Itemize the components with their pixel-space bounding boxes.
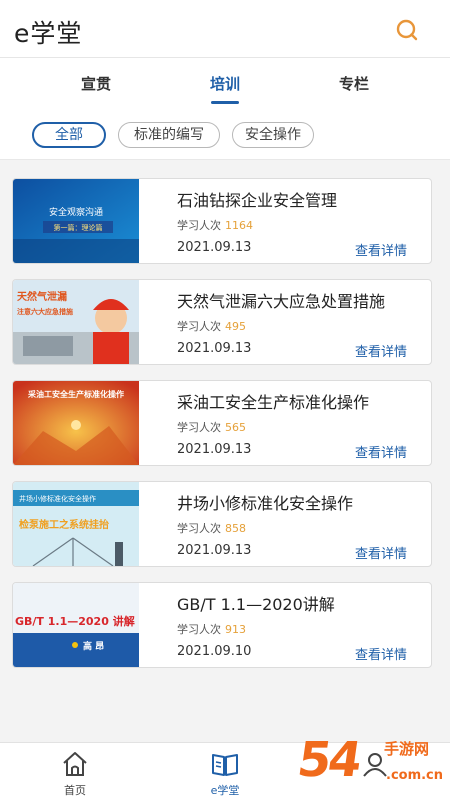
thumbnail-subtext: 第一篇：理论篇 xyxy=(54,223,103,232)
book-icon xyxy=(212,754,238,776)
filter-all[interactable]: 全部 xyxy=(32,122,106,148)
course-thumbnail: 采油工安全生产标准化操作 xyxy=(13,381,139,465)
thumbnail-text: 安全观察沟通 xyxy=(49,206,103,218)
watermark-text: 手游网 xyxy=(384,740,430,758)
learn-count: 学习人次 858 xyxy=(177,522,246,535)
learn-count: 学习人次 495 xyxy=(177,320,246,333)
course-date: 2021.09.13 xyxy=(177,240,252,255)
thumbnail-text: 采油工安全生产标准化操作 xyxy=(27,389,124,399)
top-bar: e学堂 xyxy=(0,0,450,58)
search-icon[interactable] xyxy=(394,17,420,43)
view-detail-link[interactable]: 查看详情 xyxy=(355,240,407,259)
course-title: 采油工安全生产标准化操作 xyxy=(177,393,370,412)
course-title: 天然气泄漏六大应急处置措施 xyxy=(177,292,386,311)
home-icon xyxy=(63,752,87,776)
course-thumbnail: 安全观察沟通 第一篇：理论篇 xyxy=(13,179,139,263)
nav-exuetang-label: e学堂 xyxy=(210,784,240,797)
thumbnail-subtext: 高 昂 xyxy=(83,640,104,652)
course-title: 井场小修标准化安全操作 xyxy=(177,494,354,513)
learn-count: 学习人次 1164 xyxy=(177,219,253,232)
course-title: GB/T 1.1—2020讲解 xyxy=(177,595,335,614)
active-tab-indicator xyxy=(211,101,239,104)
thumbnail-subtext: 注意六大应急措施 xyxy=(17,307,73,316)
course-card[interactable]: 安全观察沟通 第一篇：理论篇 石油钻探企业安全管理 学习人次 1164 2021.… xyxy=(12,178,432,264)
course-card[interactable]: GB/T 1.1—2020 讲解 高 昂 GB/T 1.1—2020讲解 学习人… xyxy=(12,582,432,668)
course-date: 2021.09.13 xyxy=(177,341,252,356)
tab-zhuanlan[interactable]: 专栏 xyxy=(314,73,394,94)
nav-home[interactable]: 首页 xyxy=(30,743,120,800)
learn-count: 学习人次 565 xyxy=(177,421,246,434)
course-date: 2021.09.10 xyxy=(177,644,252,659)
tab-bar: 宣贯 培训 专栏 xyxy=(0,58,450,108)
course-title: 石油钻探企业安全管理 xyxy=(177,191,338,210)
app-title: e学堂 xyxy=(14,19,83,48)
filter-bar: 全部 标准的编写 安全操作 xyxy=(0,108,450,160)
course-date: 2021.09.13 xyxy=(177,442,252,457)
course-date: 2021.09.13 xyxy=(177,543,252,558)
course-thumbnail: 井场小修标准化安全操作 检泵施工之系统挂抬 xyxy=(13,482,139,566)
watermark-logo: 54 手游网 .com.cn xyxy=(298,730,450,800)
watermark-url: .com.cn xyxy=(386,768,444,783)
tab-peixun[interactable]: 培训 xyxy=(185,73,265,94)
nav-home-label: 首页 xyxy=(64,784,86,797)
view-detail-link[interactable]: 查看详情 xyxy=(355,442,407,461)
course-card[interactable]: 天然气泄漏 注意六大应急措施 天然气泄漏六大应急处置措施 学习人次 495 202… xyxy=(12,279,432,365)
nav-exuetang[interactable]: e学堂 xyxy=(180,743,270,800)
course-card[interactable]: 采油工安全生产标准化操作 采油工安全生产标准化操作 学习人次 565 2021.0… xyxy=(12,380,432,466)
view-detail-link[interactable]: 查看详情 xyxy=(355,644,407,663)
watermark-number: 54 xyxy=(298,732,363,788)
tab-xuanguan[interactable]: 宣贯 xyxy=(56,73,136,94)
learn-count: 学习人次 913 xyxy=(177,623,246,636)
thumbnail-text: 井场小修标准化安全操作 xyxy=(19,494,96,503)
filter-standard-writing[interactable]: 标准的编写 xyxy=(118,122,220,148)
filter-safety-operation[interactable]: 安全操作 xyxy=(232,122,314,148)
thumbnail-subtext: 检泵施工之系统挂抬 xyxy=(19,518,109,531)
course-thumbnail: 天然气泄漏 注意六大应急措施 xyxy=(13,280,139,364)
course-card[interactable]: 井场小修标准化安全操作 检泵施工之系统挂抬 井场小修标准化安全操作 学习人次 85… xyxy=(12,481,432,567)
view-detail-link[interactable]: 查看详情 xyxy=(355,341,407,360)
course-thumbnail: GB/T 1.1—2020 讲解 高 昂 xyxy=(13,583,139,667)
thumbnail-text: 天然气泄漏 xyxy=(17,290,67,303)
view-detail-link[interactable]: 查看详情 xyxy=(355,543,407,562)
thumbnail-text: GB/T 1.1—2020 讲解 xyxy=(15,614,135,628)
